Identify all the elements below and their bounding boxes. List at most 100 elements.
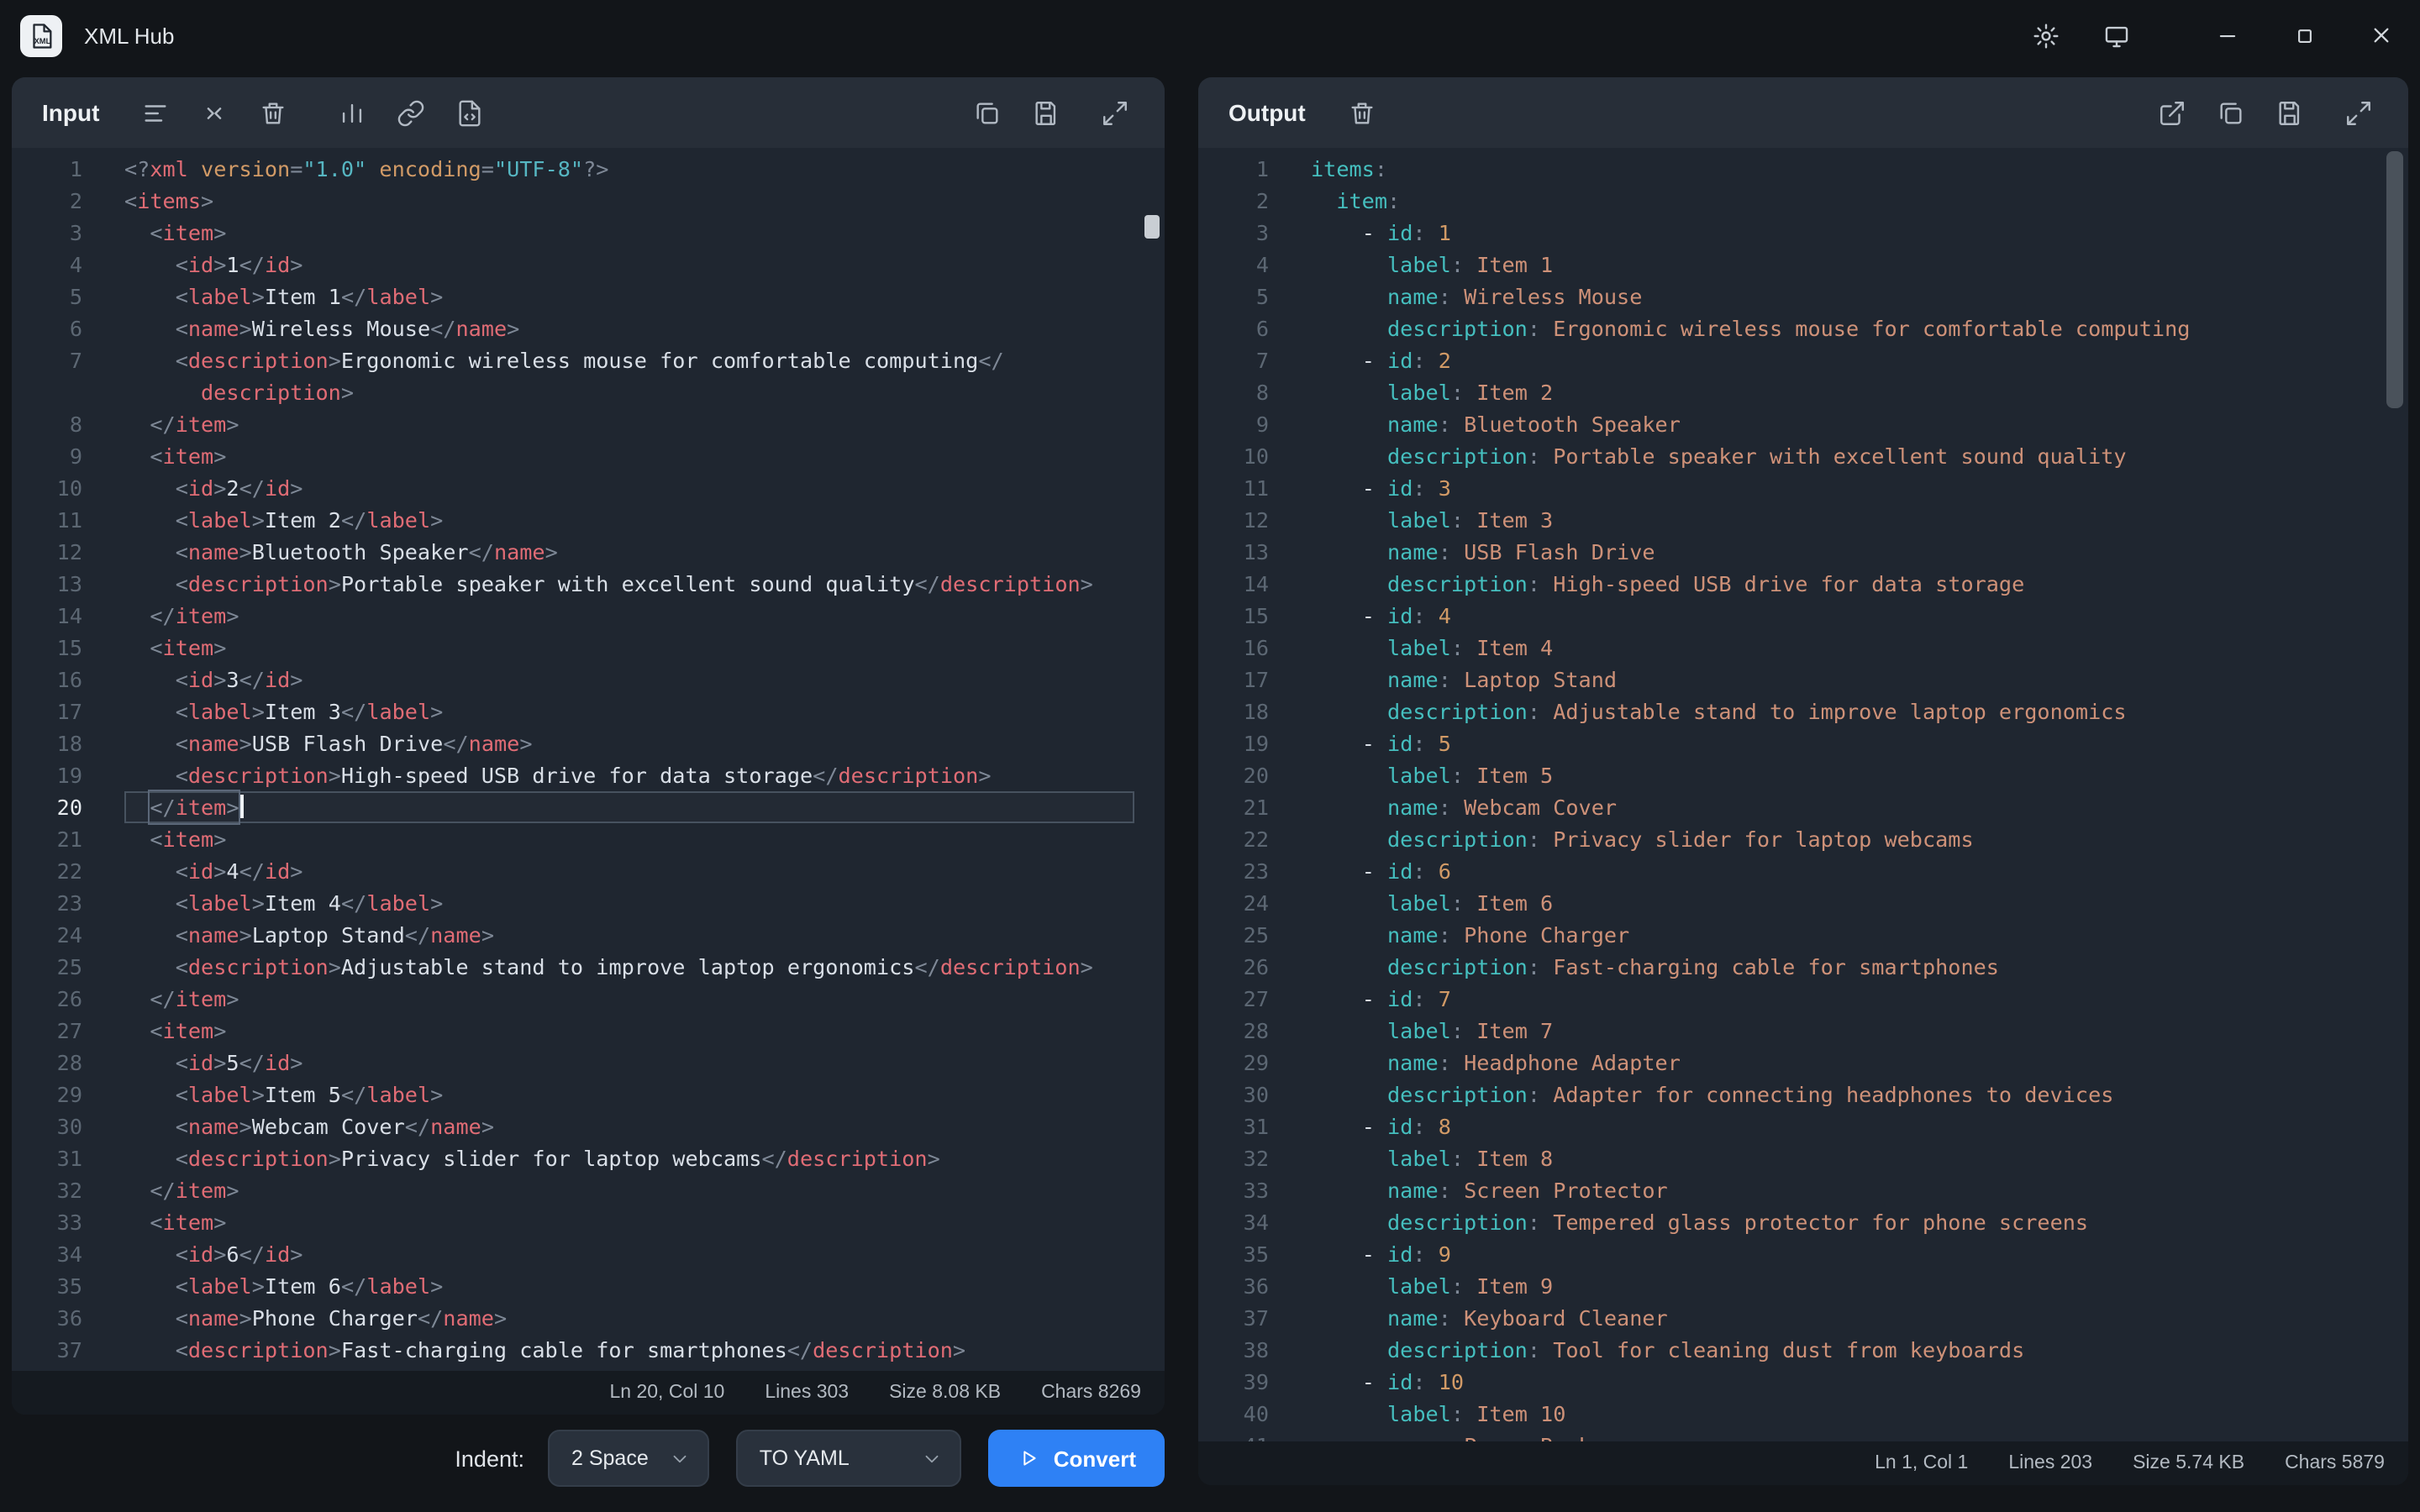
- code-line[interactable]: 15 <item>: [12, 632, 1165, 664]
- code-line[interactable]: 40 label: Item 10: [1198, 1398, 2408, 1430]
- code-line[interactable]: 24 <name>Laptop Stand</name>: [12, 919, 1165, 951]
- expand-input-button[interactable]: [1092, 90, 1138, 135]
- code-line[interactable]: 29 name: Headphone Adapter: [1198, 1047, 2408, 1079]
- expand-output-button[interactable]: [2336, 90, 2381, 135]
- code-line[interactable]: 17 name: Laptop Stand: [1198, 664, 2408, 696]
- convert-button[interactable]: Convert: [988, 1430, 1165, 1487]
- code-line[interactable]: 9 <item>: [12, 440, 1165, 472]
- code-line[interactable]: 9 name: Bluetooth Speaker: [1198, 408, 2408, 440]
- code-line[interactable]: 31 <description>Privacy slider for lapto…: [12, 1142, 1165, 1174]
- input-scrollbar-thumb[interactable]: [1144, 215, 1160, 239]
- target-format-select[interactable]: TO YAML: [736, 1430, 961, 1487]
- code-line[interactable]: 4 label: Item 1: [1198, 249, 2408, 281]
- code-line[interactable]: 1<?xml version="1.0" encoding="UTF-8"?>: [12, 153, 1165, 185]
- code-line[interactable]: 32 label: Item 8: [1198, 1142, 2408, 1174]
- code-line[interactable]: 39 - id: 10: [1198, 1366, 2408, 1398]
- settings-button[interactable]: [2010, 0, 2081, 71]
- format-button[interactable]: [133, 90, 178, 135]
- code-line[interactable]: 37 name: Keyboard Cleaner: [1198, 1302, 2408, 1334]
- code-line[interactable]: 11 <label>Item 2</label>: [12, 504, 1165, 536]
- code-line[interactable]: 1items:: [1198, 153, 2408, 185]
- code-line[interactable]: 14 description: High-speed USB drive for…: [1198, 568, 2408, 600]
- code-line[interactable]: 8 label: Item 2: [1198, 376, 2408, 408]
- code-line[interactable]: 28 label: Item 7: [1198, 1015, 2408, 1047]
- maximize-button[interactable]: [2265, 0, 2343, 71]
- code-line[interactable]: 26 </item>: [12, 983, 1165, 1015]
- code-line[interactable]: 6 <name>Wireless Mouse</name>: [12, 312, 1165, 344]
- code-line[interactable]: 27 <item>: [12, 1015, 1165, 1047]
- code-line[interactable]: 12 label: Item 3: [1198, 504, 2408, 536]
- code-line[interactable]: 19 - id: 5: [1198, 727, 2408, 759]
- stats-button[interactable]: [329, 90, 375, 135]
- share-output-button[interactable]: [2149, 90, 2195, 135]
- code-line[interactable]: 33 <item>: [12, 1206, 1165, 1238]
- code-line[interactable]: 17 <label>Item 3</label>: [12, 696, 1165, 727]
- output-scrollbar-thumb[interactable]: [2386, 151, 2403, 408]
- code-line[interactable]: 16 <id>3</id>: [12, 664, 1165, 696]
- code-line[interactable]: 10 <id>2</id>: [12, 472, 1165, 504]
- code-line[interactable]: 31 - id: 8: [1198, 1110, 2408, 1142]
- clear-output-button[interactable]: [1339, 90, 1385, 135]
- code-line[interactable]: 6 description: Ergonomic wireless mouse …: [1198, 312, 2408, 344]
- code-line[interactable]: 35 - id: 9: [1198, 1238, 2408, 1270]
- code-line[interactable]: 5 <label>Item 1</label>: [12, 281, 1165, 312]
- code-line[interactable]: 7 <description>Ergonomic wireless mouse …: [12, 344, 1165, 376]
- code-line[interactable]: 21 <item>: [12, 823, 1165, 855]
- code-line[interactable]: 15 - id: 4: [1198, 600, 2408, 632]
- code-line[interactable]: 34 <id>6</id>: [12, 1238, 1165, 1270]
- code-line[interactable]: 23 <label>Item 4</label>: [12, 887, 1165, 919]
- close-button[interactable]: [2343, 0, 2420, 71]
- code-line[interactable]: 41 name: Power Bank: [1198, 1430, 2408, 1441]
- code-line[interactable]: 8 </item>: [12, 408, 1165, 440]
- code-line[interactable]: 13 name: USB Flash Drive: [1198, 536, 2408, 568]
- code-line[interactable]: 22 <id>4</id>: [12, 855, 1165, 887]
- code-line[interactable]: 36 label: Item 9: [1198, 1270, 2408, 1302]
- code-line[interactable]: 11 - id: 3: [1198, 472, 2408, 504]
- code-line[interactable]: 38 description: Tool for cleaning dust f…: [1198, 1334, 2408, 1366]
- code-line[interactable]: 2 item:: [1198, 185, 2408, 217]
- code-line[interactable]: 36 <name>Phone Charger</name>: [12, 1302, 1165, 1334]
- output-code-editor[interactable]: 1items:2 item:3 - id: 14 label: Item 15 …: [1198, 148, 2408, 1441]
- code-line[interactable]: 2<items>: [12, 185, 1165, 217]
- code-line[interactable]: 37 <description>Fast-charging cable for …: [12, 1334, 1165, 1366]
- sample-file-button[interactable]: [447, 90, 492, 135]
- code-line[interactable]: 14 </item>: [12, 600, 1165, 632]
- display-button[interactable]: [2081, 0, 2151, 71]
- code-line[interactable]: 33 name: Screen Protector: [1198, 1174, 2408, 1206]
- code-line[interactable]: 20 label: Item 5: [1198, 759, 2408, 791]
- input-code-editor[interactable]: 1<?xml version="1.0" encoding="UTF-8"?>2…: [12, 148, 1165, 1371]
- save-input-button[interactable]: [1023, 90, 1069, 135]
- code-line[interactable]: 25 name: Phone Charger: [1198, 919, 2408, 951]
- code-line[interactable]: 30 description: Adapter for connecting h…: [1198, 1079, 2408, 1110]
- code-line[interactable]: 12 <name>Bluetooth Speaker</name>: [12, 536, 1165, 568]
- copy-input-button[interactable]: [965, 90, 1010, 135]
- code-line[interactable]: 19 <description>High-speed USB drive for…: [12, 759, 1165, 791]
- minify-button[interactable]: [192, 90, 237, 135]
- indent-select[interactable]: 2 Space: [548, 1430, 709, 1487]
- code-line[interactable]: 35 <label>Item 6</label>: [12, 1270, 1165, 1302]
- code-line[interactable]: 7 - id: 2: [1198, 344, 2408, 376]
- link-button[interactable]: [388, 90, 434, 135]
- code-line[interactable]: 21 name: Webcam Cover: [1198, 791, 2408, 823]
- code-line[interactable]: 34 description: Tempered glass protector…: [1198, 1206, 2408, 1238]
- code-line[interactable]: 32 </item>: [12, 1174, 1165, 1206]
- code-line[interactable]: 22 description: Privacy slider for lapto…: [1198, 823, 2408, 855]
- minimize-button[interactable]: [2188, 0, 2265, 71]
- code-line[interactable]: 28 <id>5</id>: [12, 1047, 1165, 1079]
- code-line[interactable]: 23 - id: 6: [1198, 855, 2408, 887]
- code-line[interactable]: 13 <description>Portable speaker with ex…: [12, 568, 1165, 600]
- code-line[interactable]: 5 name: Wireless Mouse: [1198, 281, 2408, 312]
- copy-output-button[interactable]: [2208, 90, 2254, 135]
- code-line[interactable]: 3 <item>: [12, 217, 1165, 249]
- code-line[interactable]: 18 description: Adjustable stand to impr…: [1198, 696, 2408, 727]
- code-line[interactable]: 30 <name>Webcam Cover</name>: [12, 1110, 1165, 1142]
- code-line[interactable]: 20 </item>: [12, 791, 1165, 823]
- clear-input-button[interactable]: [250, 90, 296, 135]
- code-line[interactable]: 10 description: Portable speaker with ex…: [1198, 440, 2408, 472]
- code-line[interactable]: 18 <name>USB Flash Drive</name>: [12, 727, 1165, 759]
- code-line[interactable]: 3 - id: 1: [1198, 217, 2408, 249]
- code-line[interactable]: 25 <description>Adjustable stand to impr…: [12, 951, 1165, 983]
- save-output-button[interactable]: [2267, 90, 2312, 135]
- code-line[interactable]: 24 label: Item 6: [1198, 887, 2408, 919]
- code-line[interactable]: description>: [12, 376, 1165, 408]
